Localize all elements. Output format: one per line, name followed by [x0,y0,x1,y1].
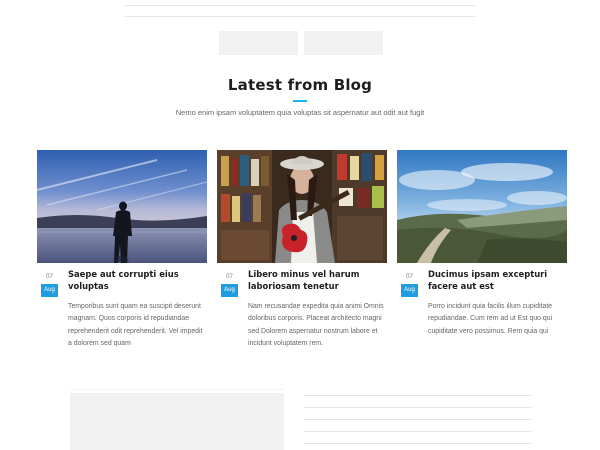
blog-card-image[interactable] [397,150,567,263]
placeholder-text-line [304,431,532,432]
post-date-day: 07 [401,270,418,284]
post-excerpt: Porro incidunt quia facilis illum cupidi… [428,303,553,335]
placeholder-image-block [70,393,284,450]
post-title[interactable]: Saepe aut corrupti eius voluptas [68,268,208,292]
post-date-month: Aug [401,284,418,297]
post-date-badge: 07 Aug [401,270,418,297]
post-date-badge: 07 Aug [41,270,58,297]
post-excerpt: Temporibus sunt quam ea suscipit deserun… [68,303,203,347]
placeholder-button[interactable] [219,31,298,55]
top-divider-line [125,5,475,6]
post-date-day: 07 [41,270,58,284]
placeholder-text-line [304,419,532,420]
post-excerpt: Nam recusandae expedita quia animi Omnis… [248,303,384,347]
blog-card-image[interactable] [37,150,207,263]
blog-card-image[interactable] [217,150,387,263]
placeholder-button[interactable] [304,31,383,55]
placeholder-text-line [304,407,532,408]
top-divider-line [125,16,475,17]
post-date-day: 07 [221,270,238,284]
section-subtitle: Nemo enim ipsam voluptatem quia voluptas… [175,108,425,117]
section-title: Latest from Blog [227,76,373,94]
title-accent-bar [293,100,307,102]
guitarist-record-store-photo [217,150,387,263]
placeholder-text-line [304,443,532,444]
bottom-divider-line [70,389,284,390]
post-title[interactable]: Ducimus ipsam excepturi facere aut est [428,268,568,292]
post-title[interactable]: Libero minus vel harum laboriosam tenetu… [248,268,388,292]
coastal-road-landscape-photo [397,150,567,263]
silhouette-lake-photo [37,150,207,263]
placeholder-text-line [304,395,532,396]
post-date-month: Aug [221,284,238,297]
post-date-month: Aug [41,284,58,297]
post-date-badge: 07 Aug [221,270,238,297]
